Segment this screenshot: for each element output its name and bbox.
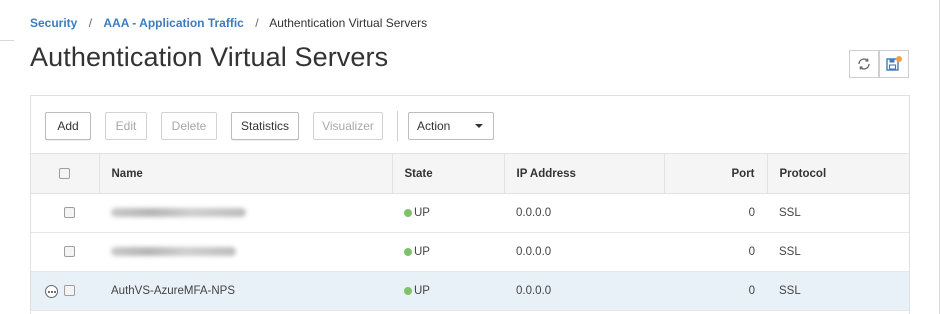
row-select-cell <box>31 232 99 272</box>
breadcrumb-security[interactable]: Security <box>30 16 77 30</box>
row-actions-icon[interactable] <box>45 285 58 298</box>
column-header-name[interactable]: Name <box>99 153 393 194</box>
ip-cell: 0.0.0.0 <box>504 193 664 233</box>
redacted-name <box>111 208 246 218</box>
toolbar: Add Edit Delete Statistics Visualizer Ac… <box>45 111 494 141</box>
breadcrumb-aaa-application-traffic[interactable]: AAA - Application Traffic <box>103 16 243 30</box>
row-select-cell <box>31 271 99 311</box>
save-config-button[interactable] <box>879 50 909 78</box>
state-cell: UP <box>392 193 504 233</box>
table-header-row: Name State IP Address Port Protocol <box>31 153 909 194</box>
delete-button[interactable]: Delete <box>161 112 217 140</box>
visualizer-button[interactable]: Visualizer <box>313 112 383 140</box>
name-cell <box>99 193 392 233</box>
action-dropdown[interactable]: Action <box>408 112 494 140</box>
select-all-checkbox[interactable] <box>59 167 71 179</box>
name-cell: AuthVS-AzureMFA-NPS <box>99 271 392 311</box>
chevron-down-icon <box>475 124 483 128</box>
status-up-icon <box>404 287 412 295</box>
table-row[interactable]: UP 0.0.0.0 0 SSL <box>31 193 909 233</box>
status-up-icon <box>404 248 412 256</box>
column-header-port[interactable]: Port <box>664 153 768 194</box>
save-config-icon <box>886 56 902 71</box>
table-row[interactable]: UP 0.0.0.0 0 SSL <box>31 232 909 272</box>
breadcrumb-current: Authentication Virtual Servers <box>269 16 428 30</box>
protocol-cell: SSL <box>767 271 909 311</box>
row-checkbox[interactable] <box>63 207 75 219</box>
state-text: UP <box>414 207 430 219</box>
left-divider <box>0 40 14 41</box>
column-header-state[interactable]: State <box>392 153 505 194</box>
breadcrumb-separator: / <box>255 16 259 30</box>
redacted-name <box>111 247 236 257</box>
row-select-cell <box>31 193 99 233</box>
state-cell: UP <box>392 271 504 311</box>
column-header-protocol[interactable]: Protocol <box>767 153 909 194</box>
state-text: UP <box>414 246 430 258</box>
refresh-icon <box>858 58 870 70</box>
state-cell: UP <box>392 232 504 272</box>
protocol-cell: SSL <box>767 193 909 233</box>
port-cell: 0 <box>664 271 767 311</box>
add-button[interactable]: Add <box>45 112 91 140</box>
edit-button[interactable]: Edit <box>105 112 147 140</box>
breadcrumb-separator: / <box>88 16 93 30</box>
select-all-header <box>31 153 100 194</box>
column-header-ip-address[interactable]: IP Address <box>504 153 665 194</box>
protocol-cell: SSL <box>767 232 909 272</box>
action-dropdown-label: Action <box>417 119 451 133</box>
statistics-button[interactable]: Statistics <box>231 112 299 140</box>
state-text: UP <box>414 285 430 297</box>
virtual-servers-table: Name State IP Address Port Protocol UP 0… <box>31 153 909 311</box>
ip-cell: 0.0.0.0 <box>504 232 664 272</box>
virtual-servers-panel: Add Edit Delete Statistics Visualizer Ac… <box>30 95 910 314</box>
page-title: Authentication Virtual Servers <box>30 42 389 72</box>
port-cell: 0 <box>664 232 767 272</box>
refresh-button[interactable] <box>849 50 879 78</box>
port-cell: 0 <box>664 193 767 233</box>
name-cell <box>99 232 392 272</box>
ip-cell: 0.0.0.0 <box>504 271 664 311</box>
row-checkbox[interactable] <box>63 285 75 297</box>
row-checkbox[interactable] <box>63 246 75 258</box>
toolbar-divider <box>397 111 398 141</box>
breadcrumb: Security / AAA - Application Traffic / A… <box>30 16 427 30</box>
table-row-selected[interactable]: AuthVS-AzureMFA-NPS UP 0.0.0.0 0 SSL <box>31 271 909 311</box>
status-up-icon <box>404 209 412 217</box>
